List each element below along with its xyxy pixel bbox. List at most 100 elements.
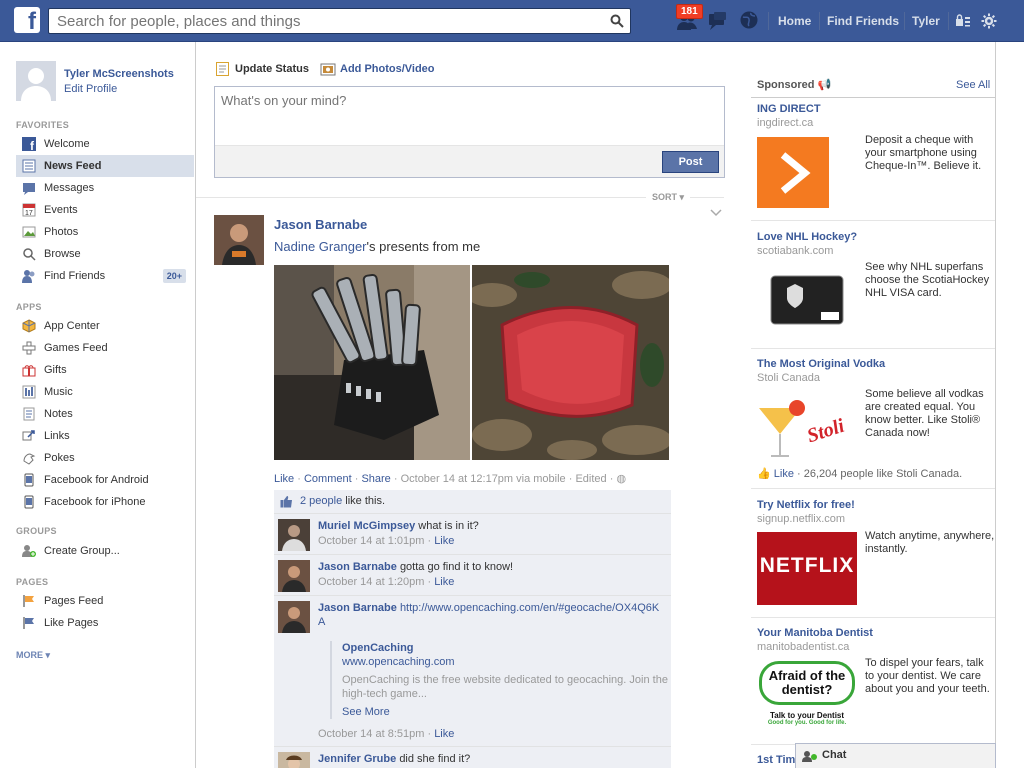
sidebar-item-facebook-for-iphone[interactable]: Facebook for iPhone xyxy=(16,491,194,513)
edited-link[interactable]: Edited xyxy=(575,473,606,485)
sidebar-item-facebook-for-android[interactable]: Facebook for Android xyxy=(16,469,194,491)
sidebar-item-pages-feed[interactable]: Pages Feed xyxy=(16,590,194,612)
more-label: MORE xyxy=(16,650,43,660)
comment-like-link[interactable]: Like xyxy=(434,728,454,740)
story-text: Nadine Granger's presents from me xyxy=(274,239,480,254)
commenter-name[interactable]: Muriel McGimpsey xyxy=(318,520,415,532)
sort-button[interactable]: SORT ▾ xyxy=(646,192,691,203)
sidebar-item-like-pages[interactable]: Like Pages xyxy=(16,612,194,634)
sidebar-item-gifts[interactable]: Gifts xyxy=(16,359,194,381)
ad-image[interactable]: Stoli xyxy=(757,390,857,462)
commenter-avatar[interactable] xyxy=(278,519,310,551)
link-preview-title[interactable]: OpenCaching xyxy=(342,641,670,655)
ad-image[interactable]: Afraid of the dentist? Talk to your Dent… xyxy=(757,659,857,731)
netflix-logo: NETFLIX xyxy=(759,554,855,577)
ad-title[interactable]: 1st Tim xyxy=(757,754,795,766)
post-button[interactable]: Post xyxy=(662,151,719,173)
sidebar-item-label: Music xyxy=(44,386,73,398)
sidebar-item-events[interactable]: 17 Events xyxy=(16,199,194,221)
status-input[interactable] xyxy=(215,87,724,145)
sidebar-item-games-feed[interactable]: Games Feed xyxy=(16,337,194,359)
commenter-name[interactable]: Jason Barnabe xyxy=(318,561,397,573)
ad-title[interactable]: The Most Original Vodka xyxy=(757,358,885,370)
sidebar-item-label: Pokes xyxy=(44,452,75,464)
messages-icon[interactable] xyxy=(706,10,728,32)
facebook-logo[interactable]: f xyxy=(14,7,40,35)
comment-item: Muriel McGimpsey what is in it? October … xyxy=(274,515,671,555)
link-preview[interactable]: OpenCaching www.opencaching.com OpenCach… xyxy=(330,641,670,719)
share-link[interactable]: Share xyxy=(361,473,390,485)
sidebar-item-create-group[interactable]: Create Group... xyxy=(16,540,194,562)
comment-like-link[interactable]: Like xyxy=(434,535,454,547)
ad-image[interactable] xyxy=(757,264,857,336)
ad-image[interactable]: NETFLIX xyxy=(757,532,857,605)
sidebar-item-label: Notes xyxy=(44,408,73,420)
comment-meta: October 14 at 1:01pm · Like xyxy=(318,535,455,547)
chevron-down-icon[interactable] xyxy=(710,208,722,218)
sidebar-item-browse[interactable]: Browse xyxy=(16,243,194,265)
ad-title[interactable]: Try Netflix for free! xyxy=(757,499,855,511)
ad-title[interactable]: Your Manitoba Dentist xyxy=(757,627,873,639)
sidebar-item-label: Find Friends xyxy=(44,270,106,282)
ad-title[interactable]: ING DIRECT xyxy=(757,103,821,115)
sidebar-item-pokes[interactable]: Pokes xyxy=(16,447,194,469)
divider xyxy=(751,97,995,98)
ad-body: Deposit a cheque with your smartphone us… xyxy=(865,134,982,172)
person-photo-icon xyxy=(278,560,310,592)
sidebar-item-photos[interactable]: Photos xyxy=(16,221,194,243)
search-box[interactable] xyxy=(48,8,631,34)
story-timestamp[interactable]: October 14 at 12:17pm via mobile xyxy=(401,473,566,485)
comment-time[interactable]: October 14 at 1:20pm xyxy=(318,576,424,588)
ad-like-link[interactable]: Like xyxy=(774,468,794,480)
home-link[interactable]: Home xyxy=(778,14,811,28)
comment-link[interactable]: Comment xyxy=(304,473,352,485)
sidebar-item-welcome[interactable]: f Welcome xyxy=(16,133,194,155)
story-author-name[interactable]: Jason Barnabe xyxy=(274,217,367,232)
gear-icon[interactable] xyxy=(981,13,997,29)
photos-icon xyxy=(22,226,36,238)
find-friends-link[interactable]: Find Friends xyxy=(827,14,899,28)
see-more-link[interactable]: See More xyxy=(342,705,670,719)
commenter-avatar[interactable] xyxy=(278,601,310,633)
story-author-avatar[interactable] xyxy=(214,215,264,265)
tagged-person-link[interactable]: Nadine Granger xyxy=(274,239,367,254)
comment-like-link[interactable]: Like xyxy=(434,576,454,588)
sidebar-item-find-friends[interactable]: Find Friends 20+ xyxy=(16,265,194,287)
more-link[interactable]: MORE ▾ xyxy=(16,650,50,661)
sidebar-item-music[interactable]: Music xyxy=(16,381,194,403)
like-pages-icon xyxy=(23,617,34,629)
music-icon xyxy=(22,385,36,399)
comment-time[interactable]: October 14 at 1:01pm xyxy=(318,535,424,547)
comment-time[interactable]: October 14 at 8:51pm xyxy=(318,728,424,740)
commenter-avatar[interactable] xyxy=(278,560,310,592)
globe-icon[interactable] xyxy=(739,10,759,30)
ad-title[interactable]: Love NHL Hockey? xyxy=(757,231,857,243)
profile-name[interactable]: Tyler McScreenshots xyxy=(64,68,174,80)
sidebar-item-messages[interactable]: Messages xyxy=(16,177,194,199)
like-link[interactable]: Like xyxy=(274,473,294,485)
profile-avatar[interactable] xyxy=(16,61,56,101)
commenter-name[interactable]: Jason Barnabe xyxy=(318,602,397,614)
commenter-name[interactable]: Jennifer Grube xyxy=(318,753,396,765)
sidebar-item-notes[interactable]: Notes xyxy=(16,403,194,425)
ad-image[interactable] xyxy=(757,137,857,208)
sidebar-item-app-center[interactable]: App Center xyxy=(16,315,194,337)
commenter-avatar[interactable] xyxy=(278,752,310,768)
search-icon[interactable] xyxy=(610,14,624,28)
knife-block-photo[interactable] xyxy=(274,265,470,460)
see-all-link[interactable]: See All xyxy=(956,79,990,91)
sidebar-item-label: Events xyxy=(44,204,78,216)
geocache-photo[interactable] xyxy=(472,265,669,460)
comment-item: Jason Barnabe http://www.opencaching.com… xyxy=(274,597,671,747)
chat-bar[interactable]: Chat xyxy=(795,743,996,768)
privacy-shortcuts-icon[interactable] xyxy=(955,13,971,29)
likes-count-link[interactable]: 2 people xyxy=(300,495,342,507)
search-input[interactable] xyxy=(49,9,589,33)
groups-heading: GROUPS xyxy=(16,526,57,536)
profile-link[interactable]: Tyler xyxy=(912,14,940,28)
geocache-image xyxy=(472,265,669,460)
edit-profile-link[interactable]: Edit Profile xyxy=(64,83,117,95)
sidebar-item-links[interactable]: Links xyxy=(16,425,194,447)
sidebar-item-news-feed[interactable]: News Feed xyxy=(16,155,194,177)
comment-meta: October 14 at 8:51pm · Like xyxy=(318,728,455,740)
